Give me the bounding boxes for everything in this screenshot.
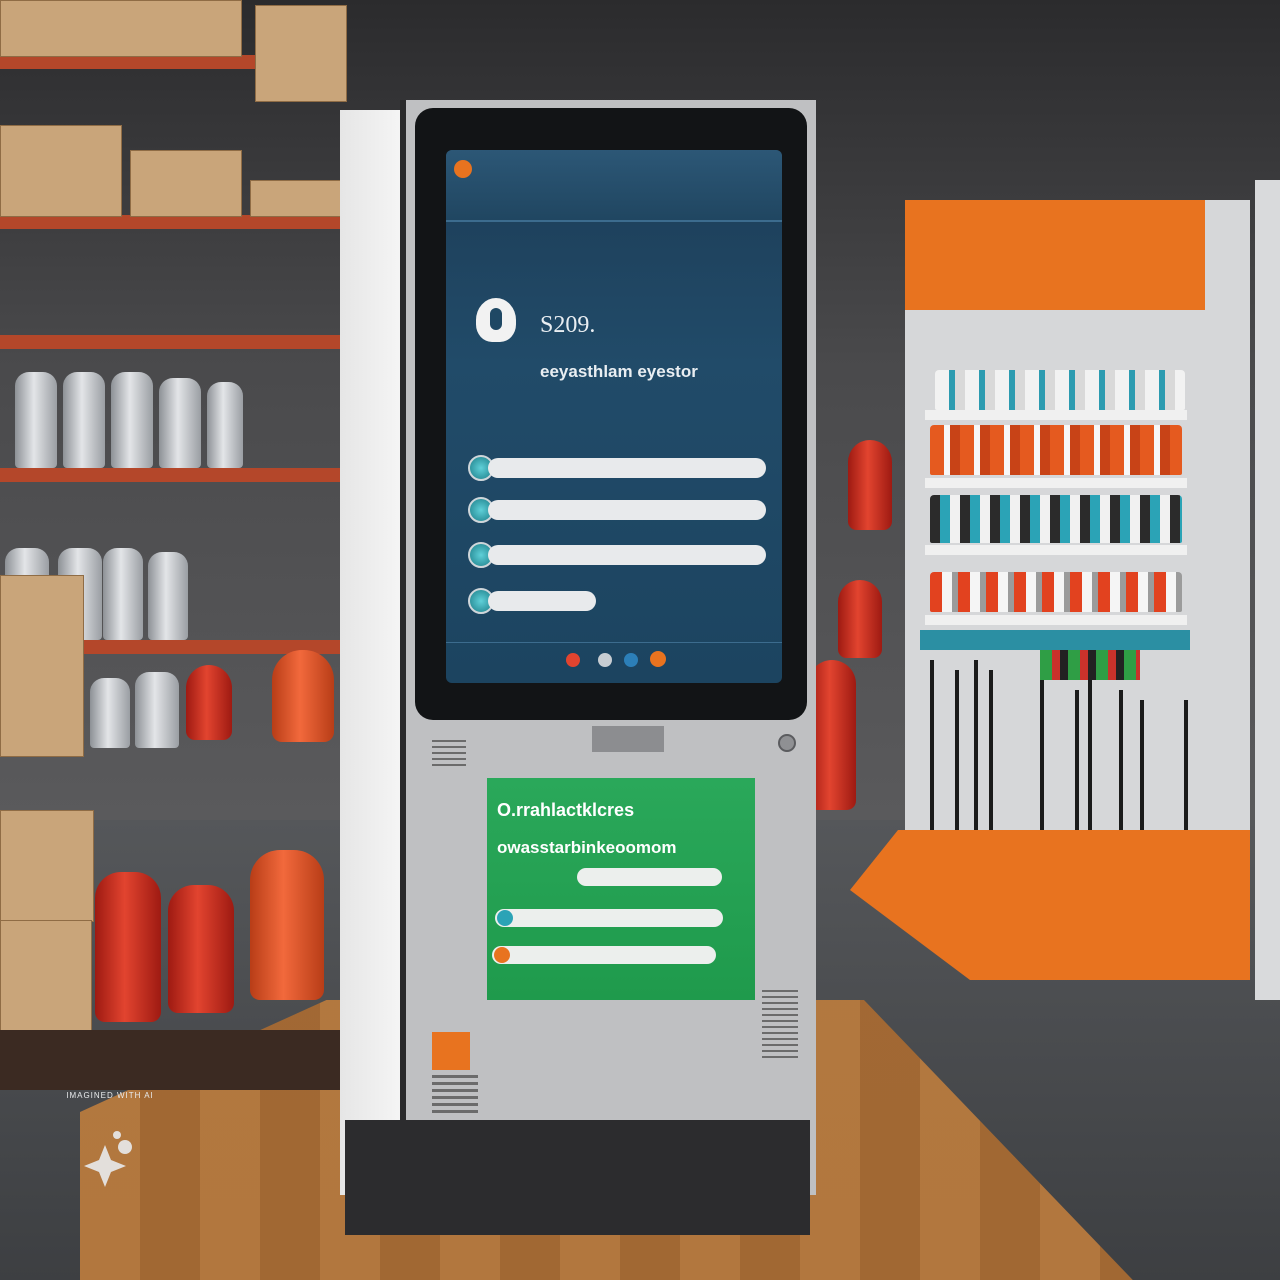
hook-bar: [920, 630, 1190, 650]
watermark: IMAGINED WITH AI: [55, 1091, 165, 1215]
gas-canister: [159, 378, 201, 468]
menu-item-bar: [488, 591, 596, 611]
orange-extinguisher: [250, 850, 324, 1000]
rack-shelf: [925, 615, 1187, 625]
subtitle-text: eeyasthlam eyestor: [540, 362, 698, 381]
pallet: [0, 1030, 340, 1090]
cardboard-box: [0, 0, 242, 57]
logo-icon: [454, 160, 472, 178]
cardboard-box: [0, 575, 84, 757]
footer-blue-icon[interactable]: [624, 653, 638, 667]
card-slot[interactable]: [592, 726, 664, 752]
cardboard-box: [0, 810, 94, 922]
kiosk-button[interactable]: [778, 734, 796, 752]
nozzle-row: [1040, 650, 1140, 680]
spec-label: [432, 740, 466, 770]
fire-extinguisher: [848, 440, 892, 530]
gas-canister: [111, 372, 153, 468]
fire-extinguisher: [95, 872, 161, 1022]
pill-dot-icon: [494, 947, 510, 963]
cardboard-box: [250, 180, 342, 217]
gas-canister: [103, 548, 143, 640]
menu-item-bar: [488, 458, 766, 478]
footer-grey-icon[interactable]: [598, 653, 612, 667]
shelf-beam: [0, 335, 340, 349]
pill-dot-icon: [497, 910, 513, 926]
menu-item-bar: [488, 500, 766, 520]
footer-red-icon[interactable]: [566, 653, 580, 667]
spec-label: [432, 1075, 478, 1113]
panel-title-1: O.rrahlactklcres: [497, 800, 635, 820]
shelf-beam: [0, 468, 340, 482]
cardboard-box: [0, 920, 92, 1037]
cardboard-box: [0, 125, 122, 217]
price-text: S209.: [540, 312, 596, 338]
footer-divider: [446, 642, 782, 643]
gas-canister: [148, 552, 188, 640]
shelf-beam: [0, 215, 340, 229]
orange-extinguisher: [272, 650, 334, 742]
orange-label-sticker: [432, 1032, 470, 1070]
kiosk-base: [345, 1120, 810, 1235]
rack-shelf: [925, 410, 1187, 420]
gas-canister: [90, 678, 130, 748]
cardboard-box: [130, 150, 242, 217]
gas-canister: [15, 372, 57, 468]
kiosk-green-panel: O.rrahlactklcres owasstarbinkeoomom: [487, 778, 755, 1000]
watermark-text: IMAGINED WITH AI: [66, 1091, 154, 1100]
side-rack: [1255, 180, 1280, 1000]
mascot-icon: [476, 298, 516, 342]
bottle-row: [935, 370, 1185, 410]
rack-header: [905, 200, 1205, 310]
menu-item-bar: [488, 545, 766, 565]
panel-title-2: owasstarbinkeoomom: [497, 838, 677, 857]
fire-extinguisher: [838, 580, 882, 658]
panel-pill[interactable]: [492, 946, 716, 964]
cardboard-box: [255, 5, 347, 102]
kiosk-screen[interactable]: S209. eeyasthlam eyestor: [446, 150, 782, 683]
fire-extinguisher: [168, 885, 234, 1013]
fire-extinguisher: [186, 665, 232, 740]
bottle-row: [930, 425, 1182, 475]
rack-shelf: [925, 545, 1187, 555]
panel-pill[interactable]: [495, 909, 723, 927]
bottle-row: [930, 572, 1182, 612]
footer-orange-icon[interactable]: [650, 651, 666, 667]
spec-label: [762, 990, 798, 1060]
bottle-row: [930, 495, 1182, 543]
gas-canister: [135, 672, 179, 748]
gas-canister: [207, 382, 243, 468]
sparkle-icon: [84, 1131, 132, 1187]
screen-header: [446, 150, 782, 222]
rack-shelf: [925, 478, 1187, 488]
gas-canister: [63, 372, 105, 468]
panel-pill[interactable]: [577, 868, 722, 886]
